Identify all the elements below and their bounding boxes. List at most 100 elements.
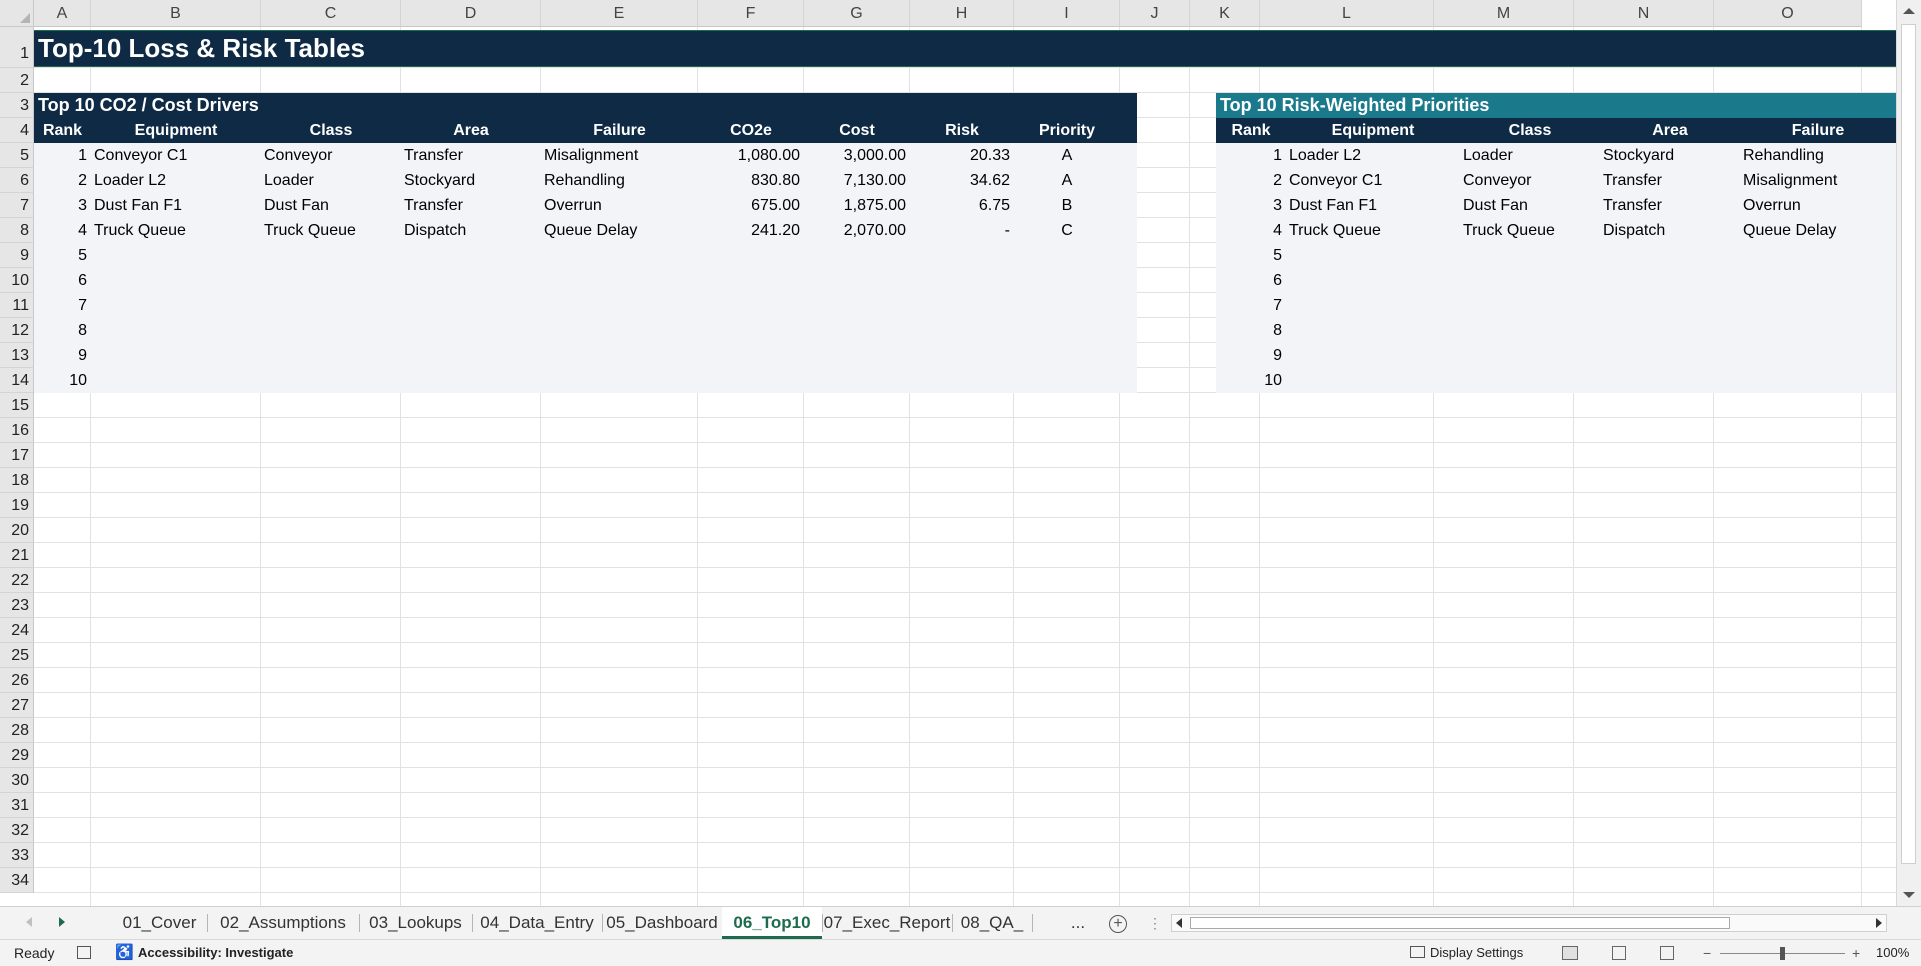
left-cell-class[interactable]: [261, 343, 401, 368]
right-cell-rank[interactable]: 6: [1216, 268, 1286, 293]
right-cell-rank[interactable]: 7: [1216, 293, 1286, 318]
tab-overflow-ellipsis[interactable]: ...: [1068, 907, 1088, 939]
column-header-e[interactable]: E: [541, 0, 698, 27]
left-cell-risk[interactable]: [910, 318, 1014, 343]
row-header-7[interactable]: 7: [0, 193, 34, 218]
left-cell-rank[interactable]: 9: [34, 343, 91, 368]
left-cell-risk[interactable]: -: [910, 218, 1014, 243]
left-cell-equipment[interactable]: [91, 293, 261, 318]
sheet-tab-02-assumptions[interactable]: 02_Assumptions: [207, 907, 359, 939]
right-cell-equipment[interactable]: [1286, 268, 1460, 293]
left-table-title[interactable]: Top 10 CO2 / Cost Drivers: [34, 93, 1137, 118]
left-cell-cost[interactable]: [804, 343, 910, 368]
left-cell-area[interactable]: [401, 243, 541, 268]
left-cell-area[interactable]: [401, 343, 541, 368]
column-header-k[interactable]: K: [1190, 0, 1260, 27]
row-header-10[interactable]: 10: [0, 268, 34, 293]
row-header-3[interactable]: 3: [0, 93, 34, 118]
right-cell-area[interactable]: [1600, 293, 1740, 318]
left-cell-area[interactable]: [401, 268, 541, 293]
left-cell-failure[interactable]: Queue Delay: [541, 218, 698, 243]
left-cell-risk[interactable]: [910, 343, 1014, 368]
right-cell-class[interactable]: [1460, 243, 1600, 268]
left-cell-cost[interactable]: [804, 318, 910, 343]
right-cell-class[interactable]: [1460, 318, 1600, 343]
right-header-rank[interactable]: Rank: [1216, 118, 1286, 143]
left-cell-equipment[interactable]: Truck Queue: [91, 218, 261, 243]
row-header-30[interactable]: 30: [0, 768, 34, 793]
right-cell-equipment[interactable]: [1286, 368, 1460, 393]
left-cell-cost[interactable]: [804, 293, 910, 318]
left-cell-co2e[interactable]: 675.00: [698, 193, 804, 218]
macro-record-icon[interactable]: [77, 946, 91, 959]
sheet-tab-01-cover[interactable]: 01_Cover: [112, 907, 207, 939]
display-settings-icon[interactable]: [1410, 946, 1425, 958]
left-cell-priority[interactable]: [1014, 368, 1120, 393]
left-cell-rank[interactable]: 3: [34, 193, 91, 218]
column-header-j[interactable]: J: [1120, 0, 1190, 27]
left-cell-risk[interactable]: 20.33: [910, 143, 1014, 168]
left-cell-equipment[interactable]: [91, 343, 261, 368]
left-cell-class[interactable]: Loader: [261, 168, 401, 193]
column-header-g[interactable]: G: [804, 0, 910, 27]
left-cell-cost[interactable]: 2,070.00: [804, 218, 910, 243]
right-header-failure[interactable]: Failure: [1740, 118, 1896, 143]
right-cell-area[interactable]: Dispatch: [1600, 218, 1740, 243]
right-cell-equipment[interactable]: [1286, 343, 1460, 368]
row-header-17[interactable]: 17: [0, 443, 34, 468]
tab-split-handle-icon[interactable]: ⋮: [1148, 914, 1162, 932]
row-header-25[interactable]: 25: [0, 643, 34, 668]
row-header-29[interactable]: 29: [0, 743, 34, 768]
right-cell-equipment[interactable]: Loader L2: [1286, 143, 1460, 168]
row-header-19[interactable]: 19: [0, 493, 34, 518]
right-table-title[interactable]: Top 10 Risk-Weighted Priorities: [1216, 93, 1896, 118]
row-header-11[interactable]: 11: [0, 293, 34, 318]
left-cell-risk[interactable]: 34.62: [910, 168, 1014, 193]
column-header-o[interactable]: O: [1714, 0, 1862, 27]
left-cell-co2e[interactable]: 1,080.00: [698, 143, 804, 168]
right-cell-failure[interactable]: [1740, 268, 1896, 293]
left-cell-class[interactable]: [261, 318, 401, 343]
vertical-scroll-thumb[interactable]: [1901, 24, 1916, 864]
left-header-co2e[interactable]: CO2e: [698, 118, 804, 143]
left-cell-risk[interactable]: 6.75: [910, 193, 1014, 218]
sheet-tab-07-exec-report[interactable]: 07_Exec_Report: [822, 907, 952, 939]
accessibility-icon[interactable]: ♿: [115, 940, 134, 966]
right-cell-failure[interactable]: Misalignment: [1740, 168, 1896, 193]
row-header-26[interactable]: 26: [0, 668, 34, 693]
column-header-b[interactable]: B: [91, 0, 261, 27]
scroll-down-icon[interactable]: [1903, 892, 1915, 898]
right-cell-equipment[interactable]: [1286, 243, 1460, 268]
right-header-equipment[interactable]: Equipment: [1286, 118, 1460, 143]
left-cell-co2e[interactable]: [698, 268, 804, 293]
scroll-up-icon[interactable]: [1903, 8, 1915, 14]
right-cell-equipment[interactable]: Conveyor C1: [1286, 168, 1460, 193]
scroll-left-icon[interactable]: [1176, 918, 1182, 928]
left-cell-equipment[interactable]: Loader L2: [91, 168, 261, 193]
row-header-18[interactable]: 18: [0, 468, 34, 493]
row-header-22[interactable]: 22: [0, 568, 34, 593]
row-header-20[interactable]: 20: [0, 518, 34, 543]
sheet-title[interactable]: Top-10 Loss & Risk Tables: [34, 30, 1896, 67]
tab-scroll-left-icon[interactable]: [26, 917, 32, 927]
right-cell-rank[interactable]: 3: [1216, 193, 1286, 218]
normal-view-icon[interactable]: [1562, 946, 1578, 960]
left-cell-failure[interactable]: [541, 318, 698, 343]
left-header-cost[interactable]: Cost: [804, 118, 910, 143]
right-cell-failure[interactable]: [1740, 343, 1896, 368]
horizontal-scrollbar[interactable]: [1171, 914, 1887, 932]
left-cell-class[interactable]: [261, 368, 401, 393]
left-cell-priority[interactable]: B: [1014, 193, 1120, 218]
left-cell-rank[interactable]: 8: [34, 318, 91, 343]
right-cell-failure[interactable]: [1740, 243, 1896, 268]
right-cell-class[interactable]: [1460, 368, 1600, 393]
right-cell-class[interactable]: Loader: [1460, 143, 1600, 168]
left-cell-area[interactable]: Transfer: [401, 193, 541, 218]
zoom-level[interactable]: 100%: [1876, 940, 1909, 966]
column-header-l[interactable]: L: [1260, 0, 1434, 27]
worksheet-grid[interactable]: ABCDEFGHIJKLMNO 1 2 3 4 5 6 7 8 9 10 11 12 13 14 15 16 1…: [0, 0, 1921, 906]
row-header-6[interactable]: 6: [0, 168, 34, 193]
right-cell-area[interactable]: Transfer: [1600, 168, 1740, 193]
left-cell-co2e[interactable]: 830.80: [698, 168, 804, 193]
right-cell-area[interactable]: Stockyard: [1600, 143, 1740, 168]
